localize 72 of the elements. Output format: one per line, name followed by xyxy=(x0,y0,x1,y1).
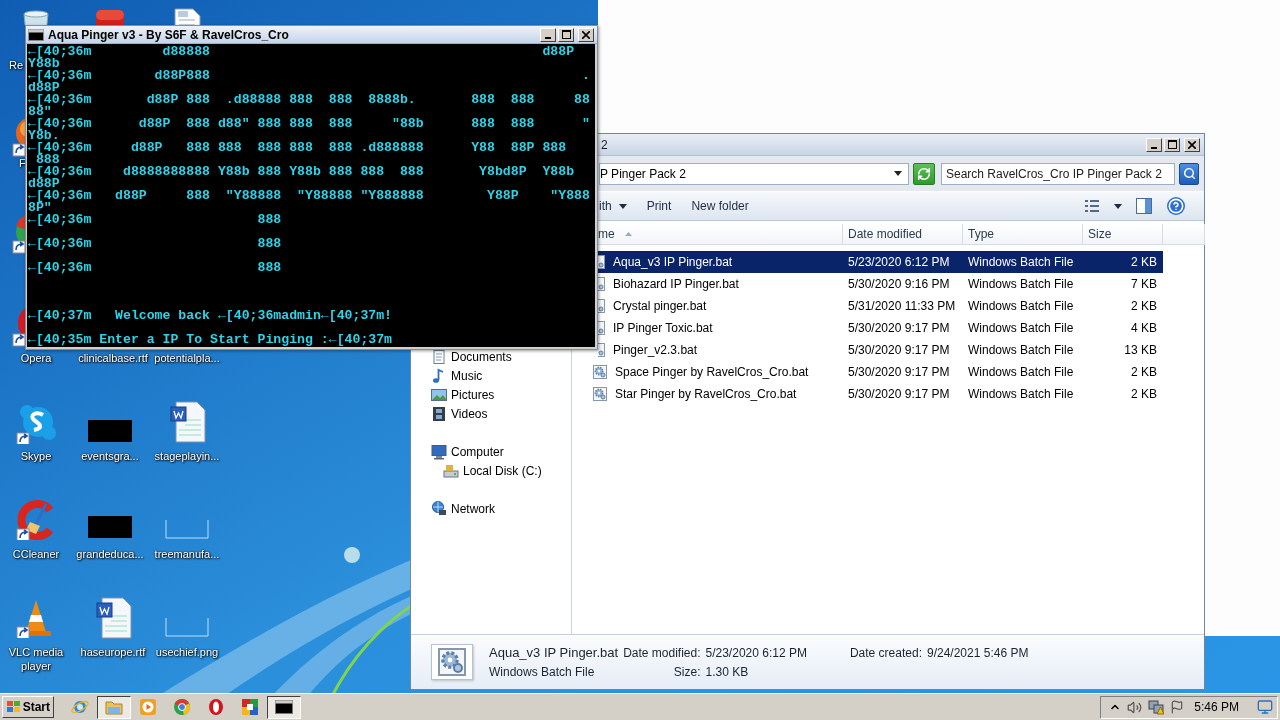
property-label: Size: xyxy=(672,664,701,679)
console-line: 88" xyxy=(28,106,52,118)
desktop-icon-label: potentialpla... xyxy=(153,351,221,365)
file-type: Windows Batch File xyxy=(489,664,596,679)
desktop-icon-label: Opera xyxy=(19,351,53,365)
file-type: Windows Batch File xyxy=(967,321,1075,335)
console-line: 8P" xyxy=(28,202,52,214)
console-line: ←[40;36m 888 xyxy=(28,262,282,274)
desktop-icon-label: treemanufa... xyxy=(153,547,221,561)
desktop-icon-label: F xyxy=(19,156,27,170)
property-value: 9/24/2021 5:46 PM xyxy=(927,645,1029,660)
desktop-icon-label: stageplayin... xyxy=(153,449,221,463)
file-size: 13 KB xyxy=(1123,343,1158,357)
file-type: Windows Batch File xyxy=(967,277,1075,291)
file-date: 5/31/2020 11:33 PM xyxy=(847,299,957,313)
window-title: 2 xyxy=(601,137,609,152)
file-date: 5/30/2020 9:17 PM xyxy=(847,387,951,401)
console-line: ←[40;36m d88P 888 "Y88888 "Y88888 "Y888888 Y88P "Y888 xyxy=(28,190,590,202)
desktop-icon-label: eventsgra... xyxy=(80,449,140,463)
file-name: IP Pinger Toxic.bat xyxy=(612,321,713,335)
file-size: 7 KB xyxy=(1130,277,1158,291)
file-name: Aqua_v3 IP Pinger.bat xyxy=(489,645,619,660)
console-line: Y8b. xyxy=(28,130,60,142)
file-size: 2 KB xyxy=(1130,255,1158,269)
file-type: Windows Batch File xyxy=(967,365,1075,379)
file-name: Crystal pinger.bat xyxy=(612,299,707,313)
console-line: 888 xyxy=(35,154,60,166)
console-line: ←[40;36m d88888 d88P xyxy=(28,46,575,58)
file-size: 2 KB xyxy=(1130,387,1158,401)
desktop-icon-label: Re xyxy=(9,58,25,72)
console-line: ←[40;36m 888 xyxy=(28,238,282,250)
file-size: 4 KB xyxy=(1130,321,1158,335)
console-line: d88P xyxy=(28,82,60,94)
console-line: ←[40;37m Welcome back ←[40;36madmin←[40;37m! xyxy=(28,310,393,322)
window-title: Aqua Pinger v3 - By S6F & RavelCros_Cro xyxy=(48,27,290,42)
desktop-icon-label: haseurope.rtf xyxy=(79,645,147,659)
file-date: 5/30/2020 9:17 PM xyxy=(847,343,951,357)
file-type: Windows Batch File xyxy=(967,343,1075,357)
file-type: Windows Batch File xyxy=(967,255,1075,269)
console-line: d88P xyxy=(28,178,60,190)
console-line: ←[40;35m Enter a IP To Start Pinging :←[40;37m xyxy=(28,334,393,346)
console-line: ←[40;36m d88P 888 888 888 888 888 .d888888 Y88 88P 888 xyxy=(28,142,567,154)
console-line: Y88b xyxy=(28,58,60,70)
property-label: Date modified: xyxy=(623,645,701,660)
file-date: 5/30/2020 9:17 PM xyxy=(847,365,951,379)
desktop-icon-label: usechief.png xyxy=(154,645,220,659)
file-type: Windows Batch File xyxy=(967,299,1075,313)
console-line: ←[40;36m d8888888888 Y88b 888 Y88b 888 888 888 Y8bd8P Y88b xyxy=(28,166,575,178)
clock: 5:46 PM xyxy=(1194,700,1239,714)
console-line: ←[40;36m d88P 888 d88" 888 888 888 "88b 888 888 " xyxy=(28,118,590,130)
console-line: ←[40;36m d88P888 . xyxy=(28,70,590,82)
property-value: 1.30 KB xyxy=(705,664,750,679)
file-name: Star Pinger by RavelCros_Cro.bat xyxy=(614,387,797,401)
file-date: 5/23/2020 6:12 PM xyxy=(847,255,951,269)
file-date: 5/30/2020 9:17 PM xyxy=(847,321,951,335)
property-value: 5/23/2020 6:12 PM xyxy=(705,645,807,660)
file-date: 5/30/2020 9:16 PM xyxy=(847,277,951,291)
file-name: Space Pinger by RavelCros_Cro.bat xyxy=(614,365,809,379)
file-name: Pinger_v2.3.bat xyxy=(612,343,698,357)
file-type: Windows Batch File xyxy=(967,387,1075,401)
desktop-icon-label: CCleaner xyxy=(11,547,61,561)
file-name: Aqua_v3 IP Pinger.bat xyxy=(612,255,733,269)
file-size: 2 KB xyxy=(1130,299,1158,313)
file-name: Biohazard IP Pinger.bat xyxy=(612,277,739,291)
console-line: ←[40;36m d88P 888 .d88888 888 888 8888b. 888 888 88 xyxy=(28,94,590,106)
file-size: 2 KB xyxy=(1130,365,1158,379)
desktop-icon-label: clinicalbase.rtf xyxy=(77,351,149,365)
desktop-icon-label: grandeduca... xyxy=(75,547,145,561)
desktop-icon-label: Skype xyxy=(19,449,53,463)
property-label: Date created: xyxy=(849,645,922,660)
desktop-icon-label: VLC media player xyxy=(7,645,65,673)
console-line: ←[40;36m 888 xyxy=(28,214,282,226)
